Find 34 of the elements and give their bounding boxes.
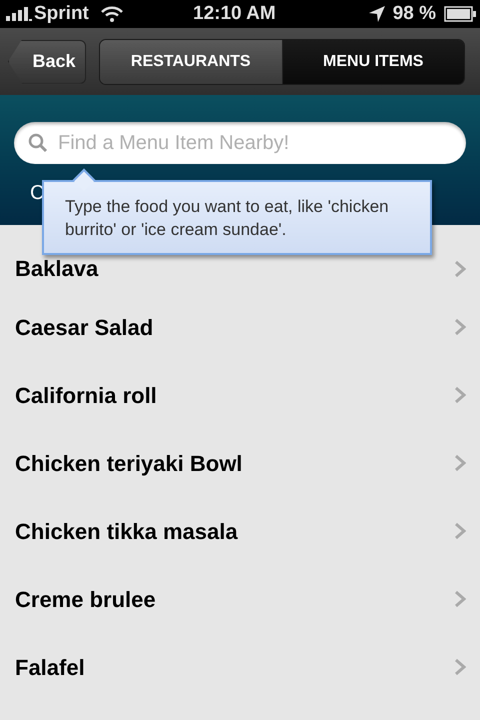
segment-tab[interactable]: RESTAURANTS (100, 40, 282, 84)
search-input[interactable]: Find a Menu Item Nearby! (58, 128, 452, 158)
menu-item-name: California roll (15, 382, 158, 410)
menu-item-row[interactable]: Chicken tikka masala (0, 497, 480, 565)
chevron-icon (454, 386, 466, 404)
chevron-icon (454, 454, 466, 472)
menu-item-row[interactable]: Falafel (0, 633, 480, 701)
battery-icon (444, 6, 476, 22)
back-button[interactable]: Back (8, 40, 86, 84)
chevron-icon (454, 658, 466, 676)
search-field[interactable]: Find a Menu Item Nearby! (14, 122, 466, 164)
search-icon (28, 133, 48, 153)
signal-icon (4, 7, 32, 21)
menu-item-name: Creme brulee (15, 586, 157, 614)
menu-item-row[interactable]: Chicken teriyaki Bowl (0, 429, 480, 497)
menu-item-name: Baklava (15, 255, 100, 283)
menu-item-row[interactable]: California roll (0, 361, 480, 429)
menu-item-name: Caesar Salad (15, 314, 154, 342)
battery-percent: 98 % (392, 2, 436, 26)
chevron-icon (454, 260, 466, 278)
location-arrow-icon (368, 6, 385, 22)
menu-item-name: Falafel (15, 654, 86, 682)
menu-item-row[interactable]: Creme brulee (0, 565, 480, 633)
tooltip-text: Type the food you want to eat, like 'chicken burrito' or 'ice cream sundae'. (65, 196, 390, 241)
chevron-icon (454, 522, 466, 540)
chevron-icon (454, 318, 466, 336)
carrier-name: Sprint (34, 2, 89, 26)
clock-time: 12:10 AM (193, 2, 276, 26)
menu-item-row[interactable]: Caesar Salad (0, 293, 480, 361)
menu-item-name: Chicken tikka masala (15, 518, 239, 546)
chevron-icon (454, 590, 466, 608)
menu-item-name: Chicken teriyaki Bowl (15, 450, 244, 478)
wifi-icon (100, 6, 123, 22)
segment-tab[interactable]: MENU ITEMS (282, 40, 464, 84)
